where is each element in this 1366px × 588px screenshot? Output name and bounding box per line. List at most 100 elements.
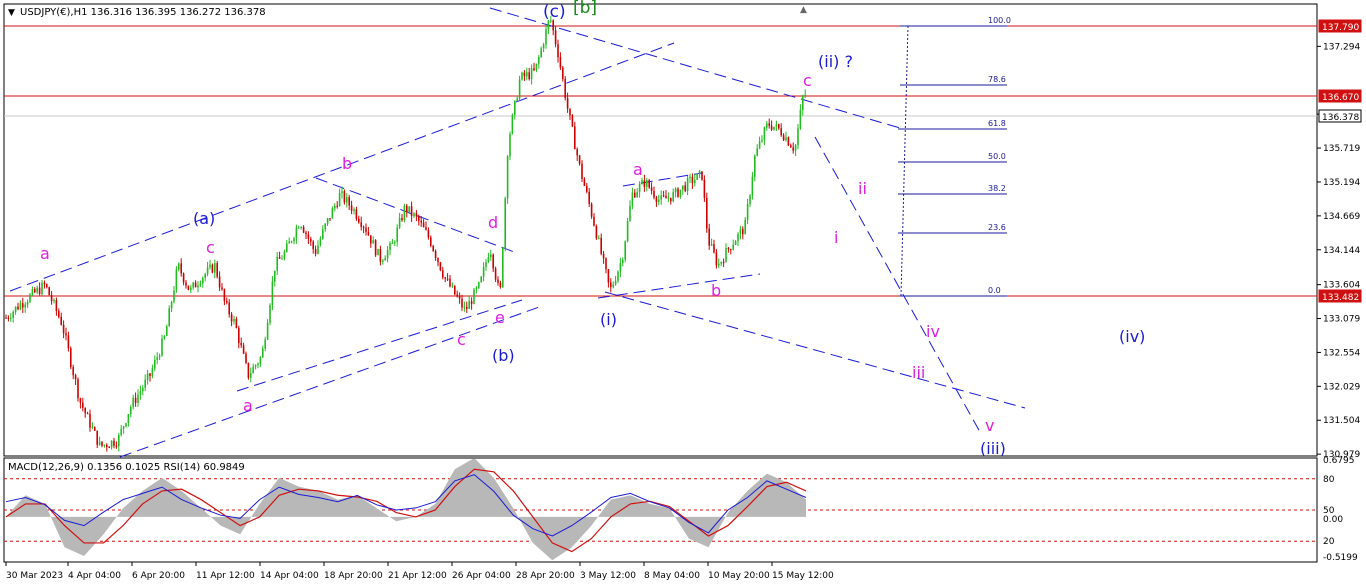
candle-body (610, 282, 612, 288)
candle-body (622, 259, 624, 264)
wave-label: (iii) (980, 439, 1006, 458)
candle-body (365, 227, 367, 232)
candle-body (322, 229, 324, 239)
candle-body (506, 156, 509, 199)
candle-body (319, 238, 322, 246)
candle-body (178, 263, 180, 270)
candle-body (499, 282, 502, 287)
candle-body (271, 281, 274, 306)
candle-body (787, 137, 790, 146)
candle-body (612, 284, 614, 288)
price-tick-label: 131.504 (1323, 416, 1360, 426)
candle-body (790, 145, 792, 148)
candle-body (118, 434, 120, 447)
candle-body (266, 322, 269, 340)
candle-body (110, 440, 113, 448)
candle-body (406, 205, 408, 213)
candle-body (605, 258, 607, 270)
candle-body (636, 192, 638, 198)
candle-body (624, 241, 626, 260)
candle-body (545, 29, 547, 45)
candle-body (442, 270, 444, 278)
candle-body (598, 237, 600, 239)
candle-body (22, 303, 24, 308)
candle-body (722, 261, 725, 263)
candle-body (211, 264, 214, 273)
candle-body (163, 336, 166, 339)
candle-body (19, 303, 22, 310)
candle-body (240, 342, 242, 346)
candle-body (161, 338, 163, 356)
wave-label: [b] (573, 0, 597, 18)
candle-body (490, 254, 492, 258)
candle-body (492, 254, 494, 269)
time-tick-label: 30 Mar 2023 (6, 571, 63, 581)
candle-body (646, 180, 648, 187)
chart-menu-arrow-icon[interactable]: ▼ (8, 8, 15, 18)
candle-body (29, 294, 31, 302)
trading-chart[interactable]: ▼ USDJPY(€),H1 136.316 136.395 136.272 1… (0, 0, 1366, 588)
candle-body (770, 125, 773, 130)
candle-body (679, 189, 682, 197)
candle-body (31, 289, 34, 295)
candle-body (223, 289, 226, 301)
candle-body (706, 197, 708, 229)
candle-body (804, 94, 806, 97)
candle-body (502, 247, 504, 287)
candle-body (221, 287, 223, 290)
candle-body (494, 268, 497, 280)
candle-body (468, 301, 470, 309)
candle-body (230, 314, 233, 322)
candle-body (274, 270, 276, 282)
candle-body (298, 227, 300, 229)
fib-level-label: 0.0 (988, 286, 1001, 295)
time-axis[interactable]: 30 Mar 2023 4 Apr 04:00 6 Apr 20:00 11 Apr … (5, 562, 834, 581)
candle-body (338, 193, 341, 207)
candle-body (444, 277, 446, 279)
wave-label: a (40, 244, 50, 263)
candle-body (542, 44, 545, 49)
candle-body (684, 185, 686, 191)
candle-body (348, 197, 350, 206)
candle-body (41, 282, 43, 294)
candle-body (710, 244, 713, 246)
candle-body (456, 294, 458, 297)
time-tick-label: 8 May 04:00 (644, 571, 700, 581)
candle-body (581, 163, 583, 179)
candle-body (583, 178, 586, 186)
candle-body (216, 263, 218, 277)
candle-body (643, 180, 646, 187)
close-chart-icon[interactable]: ▲ (800, 5, 807, 15)
candle-body (415, 213, 418, 217)
candle-body (384, 258, 386, 261)
candle-body (115, 445, 118, 447)
candle-body (785, 137, 787, 141)
candle-body (413, 213, 415, 217)
candle-body (264, 339, 266, 349)
price-axis[interactable]: 137.294136.244135.719135.194134.669134.1… (1317, 42, 1360, 460)
candle-body (26, 301, 29, 305)
candle-body (262, 348, 264, 358)
candle-body (454, 285, 456, 295)
candle-body (734, 241, 737, 245)
candle-body (132, 397, 134, 407)
candle-body (401, 218, 403, 221)
candle-body (677, 188, 679, 197)
candle-body (38, 287, 41, 294)
candle-body (487, 257, 490, 262)
candle-body (439, 262, 442, 271)
candle-body (482, 266, 485, 277)
candle-body (653, 190, 655, 198)
candle-body (235, 318, 238, 328)
wave-label: (c) (543, 2, 566, 22)
candle-body (588, 191, 590, 204)
candle-body (554, 30, 557, 45)
candle-body (58, 310, 60, 317)
candle-body (686, 178, 689, 191)
candle-body (286, 243, 288, 252)
candle-body (638, 184, 641, 193)
candle-body (48, 287, 50, 296)
candle-body (780, 128, 782, 136)
candle-body (518, 79, 521, 99)
candle-body (185, 282, 187, 286)
